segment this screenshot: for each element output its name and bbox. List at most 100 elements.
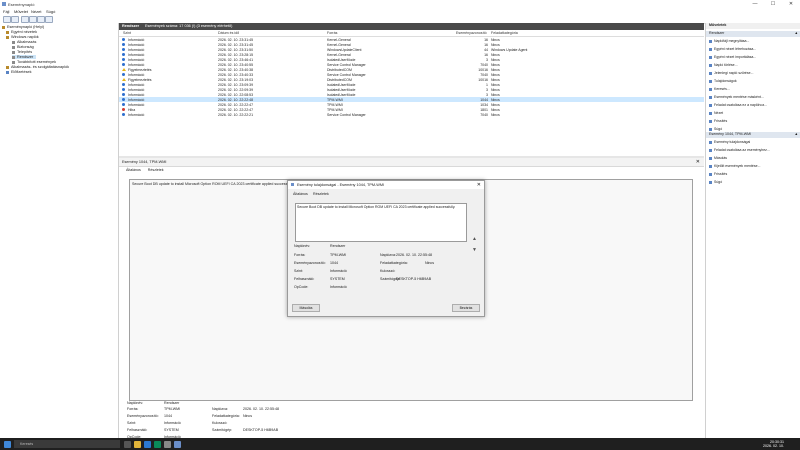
close-button[interactable]: ✕	[782, 0, 800, 8]
action-item[interactable]: Események mentése másként...	[709, 95, 764, 99]
tab-general[interactable]: Általános	[126, 168, 141, 172]
info-icon	[122, 43, 125, 46]
cell-date: 2026. 02. 10. 22:22:21	[218, 112, 254, 117]
properties-icon[interactable]	[45, 16, 53, 23]
tab-details[interactable]: Részletek	[148, 168, 164, 172]
close-icon[interactable]: ✕	[477, 182, 481, 188]
help-icon[interactable]	[37, 16, 45, 23]
close-icon[interactable]: ✕	[696, 159, 700, 165]
tree-item-security[interactable]: Biztonság	[12, 45, 34, 49]
cell-event-id: 1034	[480, 102, 488, 107]
dialog-message-box[interactable]: Secure Boot DB update to install Microso…	[295, 203, 467, 242]
dialog-value-computer: DESKTOP-5 H6B9AB	[396, 277, 432, 281]
actions-section-log[interactable]: Rendszer ▲	[706, 31, 800, 37]
settings-icon[interactable]	[164, 440, 171, 448]
list-header: Rendszer Események száma: 17 036 (!) (3 …	[119, 23, 704, 30]
menu-bar: Fájl Művelet Nézet Súgó	[0, 8, 800, 15]
tree-item-forwarded-events[interactable]: Továbbított események	[12, 60, 56, 64]
action-item[interactable]: Frissítés	[709, 119, 727, 123]
dialog-label-user: Felhasználó:	[294, 277, 315, 281]
detail-tabs: Általános Részletek	[126, 168, 164, 172]
info-icon	[122, 73, 125, 76]
dialog-value-opcode: Információ	[330, 285, 347, 289]
action-item[interactable]: Nézet	[709, 111, 723, 115]
folder-icon[interactable]	[21, 16, 29, 23]
dialog-value-level: Információ	[330, 269, 347, 273]
menu-file[interactable]: Fájl	[3, 9, 9, 14]
store-icon[interactable]	[154, 440, 161, 448]
table-row[interactable]: Információ 2026. 02. 10. 22:22:21 Service …	[119, 112, 704, 117]
action-item[interactable]: Egyéni nézet létrehozása...	[709, 47, 756, 51]
dialog-label-opcode: OpCode:	[294, 285, 309, 289]
value-task-category: Nincs	[243, 414, 252, 418]
clock[interactable]: 20:30:31 2026. 02. 10.	[763, 440, 784, 448]
tree-item-system[interactable]: Rendszer	[12, 55, 37, 59]
action-item[interactable]: Feladat csatolása az eseményhez...	[709, 148, 770, 152]
detail-title: Esemény 1044, TPM-WMI	[122, 160, 167, 164]
dialog-close-button[interactable]: Bezárás	[452, 304, 480, 312]
info-icon	[122, 88, 125, 91]
action-icon	[709, 172, 712, 176]
action-item[interactable]: Jelenlegi napló szűrése...	[709, 71, 754, 75]
action-item[interactable]: Másolás	[709, 156, 727, 160]
col-source[interactable]: Forrás	[327, 31, 337, 35]
action-item[interactable]: Esemény tulajdonságai	[709, 140, 750, 144]
dialog-tab-details[interactable]: Részletek	[313, 192, 329, 196]
console-tree-icon[interactable]	[29, 16, 37, 23]
col-level[interactable]: Szint	[123, 31, 131, 35]
col-event-id[interactable]: Eseményazonosító	[456, 31, 487, 35]
value-user: SYSTEM	[164, 428, 179, 432]
tree-item-custom-views[interactable]: Egyéni nézetek	[6, 30, 37, 34]
action-item[interactable]: Keresés...	[709, 87, 730, 91]
edge-icon[interactable]	[144, 440, 151, 448]
start-icon[interactable]	[4, 440, 11, 448]
file-explorer-icon[interactable]	[134, 440, 141, 448]
action-item[interactable]: Súgó	[709, 180, 722, 184]
scroll-up-icon[interactable]: ▲	[472, 236, 477, 242]
dialog-value-task-category: Nincs	[425, 261, 434, 265]
task-view-icon[interactable]	[124, 440, 131, 448]
back-icon[interactable]	[3, 16, 11, 23]
collapse-icon[interactable]: ▲	[794, 132, 798, 136]
tree-item-subscriptions[interactable]: Előfizetések	[6, 70, 31, 74]
cell-level: Információ	[128, 52, 145, 57]
actions-section-event[interactable]: Esemény 1044, TPM-WMI ▲	[706, 132, 800, 138]
copy-button[interactable]: Másolás	[292, 304, 320, 312]
tree-item-app-service-logs[interactable]: Alkalmazás- és szolgáltatásnaplók	[6, 65, 69, 69]
action-item[interactable]: Feladat csatolása ez a naplóhoz...	[709, 103, 767, 107]
action-item[interactable]: Napló törlése...	[709, 63, 738, 67]
warning-icon	[122, 68, 126, 71]
action-item[interactable]: Kijelölt események mentése...	[709, 164, 761, 168]
event-viewer-taskbar-icon[interactable]	[174, 440, 181, 448]
col-category[interactable]: Feladatkategória	[491, 31, 518, 35]
maximize-button[interactable]: ☐	[764, 0, 782, 8]
dialog-tab-general[interactable]: Általános	[293, 192, 308, 196]
action-item[interactable]: Egyéni nézet importálása...	[709, 55, 756, 59]
action-item[interactable]: Tulajdonságok	[709, 79, 737, 83]
collapse-icon[interactable]: ▲	[794, 31, 798, 35]
tree-item-setup[interactable]: Telepítés	[12, 50, 32, 54]
col-date[interactable]: Dátum és idő	[218, 31, 239, 35]
cell-date: 2026. 02. 10. 23:31:50	[218, 47, 254, 52]
taskbar-search[interactable]: Keresés	[14, 440, 120, 448]
menu-view[interactable]: Nézet	[31, 9, 41, 14]
dialog-value-user: SYSTEM	[330, 277, 345, 281]
cell-category: Nincs	[491, 37, 500, 42]
tree-item-windows-logs[interactable]: Windows naplók	[6, 35, 39, 39]
forward-icon[interactable]	[11, 16, 19, 23]
error-icon	[122, 108, 125, 111]
tree-item-local[interactable]: Eseménynapló (Helyi)	[2, 25, 44, 29]
cell-source: TPM-WMI	[327, 97, 343, 102]
action-item[interactable]: Frissítés	[709, 172, 727, 176]
action-item[interactable]: Súgó	[709, 127, 722, 131]
action-icon	[709, 55, 712, 59]
scroll-down-icon[interactable]: ▼	[472, 247, 477, 253]
tree-item-application[interactable]: Alkalmazás	[12, 40, 36, 44]
cell-event-id: 16	[484, 42, 488, 47]
cell-category: Nincs	[491, 102, 500, 107]
cell-source: IsolatedUserMode	[327, 92, 356, 97]
minimize-button[interactable]: —	[746, 0, 764, 8]
menu-help[interactable]: Súgó	[46, 9, 55, 14]
action-item[interactable]: Naplófájl megnyitása...	[709, 39, 749, 43]
menu-action[interactable]: Művelet	[14, 9, 28, 14]
